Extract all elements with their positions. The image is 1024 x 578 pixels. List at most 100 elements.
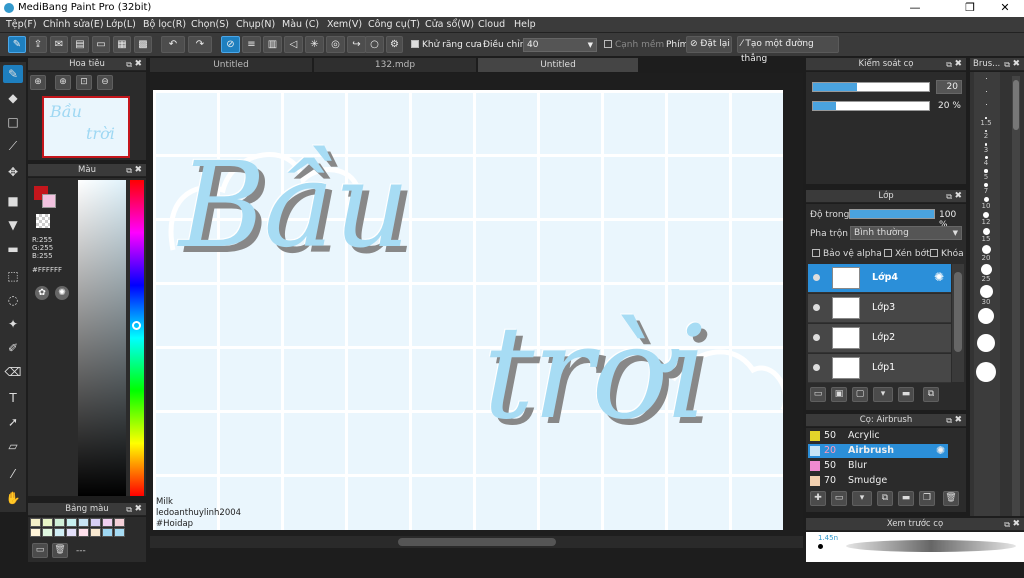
brush-size-option[interactable]: 12 — [975, 211, 997, 226]
horizontal-scrollbar[interactable] — [150, 536, 803, 548]
soft-edge-checkbox[interactable]: Cạnh mềm — [604, 40, 664, 50]
palette-swatch[interactable] — [90, 528, 101, 537]
menu-tools[interactable]: Công cụ(T) — [368, 19, 420, 30]
move-tool-icon[interactable]: ✥ — [3, 163, 23, 181]
popout-icon[interactable]: ⧉ — [1004, 518, 1010, 531]
add-brush-icon[interactable]: ✚ — [810, 491, 826, 506]
palette-swatch[interactable] — [30, 518, 41, 527]
brush-copy-icon[interactable]: ⧉ — [877, 491, 893, 506]
tab-132-mdp[interactable]: 132.mdp — [314, 58, 476, 72]
eraser-tool-icon[interactable]: ◆ — [3, 89, 23, 107]
palette-swatch[interactable] — [102, 528, 113, 537]
brush-size-option[interactable] — [975, 91, 997, 92]
tab-untitled-1[interactable]: Untitled — [150, 58, 312, 72]
palette-swatch[interactable] — [66, 528, 77, 537]
brush-item[interactable]: 70 Smudge — [808, 474, 948, 488]
divide-tool-icon[interactable]: ▱ — [3, 437, 23, 455]
background-color-swatch[interactable] — [42, 194, 56, 208]
eye-icon[interactable] — [813, 304, 820, 311]
antialias-checkbox[interactable]: Khử răng cưa — [411, 40, 482, 50]
stroke-tool-icon[interactable]: ⟋ — [3, 137, 23, 155]
layer-scrollbar[interactable] — [952, 264, 964, 382]
palette-grid[interactable] — [30, 518, 126, 538]
snap-parallel-icon[interactable]: ≡ — [242, 36, 261, 53]
layer-opacity-slider[interactable] — [849, 209, 935, 219]
menu-help[interactable]: Help — [514, 19, 536, 30]
magic-wand-tool-icon[interactable]: ✦ — [3, 315, 23, 333]
tile-icon[interactable]: ▩ — [134, 36, 152, 53]
palette-swatch[interactable] — [90, 518, 101, 527]
lasso-tool-icon[interactable]: ◌ — [3, 291, 23, 309]
close-icon[interactable]: ✖ — [954, 58, 962, 71]
palette-swatch[interactable] — [114, 528, 125, 537]
popout-icon[interactable]: ⧉ — [126, 503, 132, 516]
palette-swatch[interactable] — [102, 518, 113, 527]
select-pen-tool-icon[interactable]: ✐ — [3, 339, 23, 357]
delete-brush-icon[interactable]: 🗑 — [943, 491, 959, 506]
text-tool-icon[interactable]: T — [3, 389, 23, 407]
snap-radial-icon[interactable]: ✳ — [305, 36, 324, 53]
gradient-tool-icon[interactable]: ▬ — [3, 240, 23, 258]
zoom-out-icon[interactable]: ⊖ — [97, 75, 113, 90]
redo-icon[interactable]: ↷ — [188, 36, 212, 53]
palette-swatch[interactable] — [54, 518, 65, 527]
snap-ellipse-icon[interactable]: ○ — [365, 36, 384, 53]
saturation-value-picker[interactable] — [78, 180, 126, 496]
straight-line-button[interactable]: ⁄ Tạo một đường thẳng — [737, 36, 839, 64]
color-settings-icon[interactable]: ✺ — [55, 286, 69, 300]
menu-select[interactable]: Chọn(S) — [191, 19, 229, 30]
brush-item[interactable]: 50 Acrylic — [808, 429, 948, 443]
layer-row[interactable]: Lớp2 — [808, 324, 951, 353]
layer-scrollbar-thumb[interactable] — [954, 272, 962, 352]
rectangle-tool-icon[interactable]: □ — [3, 113, 23, 131]
brush-size-scrollbar[interactable] — [1012, 76, 1020, 516]
brush-size-option[interactable]: 20 — [975, 244, 997, 262]
canvas-area[interactable]: Bầu trời Milk ledoanthuylinh2004 #Hoidap — [150, 73, 803, 550]
close-icon[interactable]: ✖ — [954, 414, 962, 427]
duplicate-layer-icon[interactable]: ⧉ — [923, 387, 939, 402]
brush-menu-icon[interactable]: ▾ — [852, 491, 872, 506]
layer-row[interactable]: Lớp3 — [808, 294, 951, 323]
tab-untitled-2[interactable]: Untitled — [478, 58, 638, 72]
brush-duplicate-icon[interactable]: ❐ — [919, 491, 935, 506]
menu-file[interactable]: Tệp(F) — [6, 19, 37, 30]
menu-layer[interactable]: Lớp(L) — [106, 19, 136, 30]
menu-view[interactable]: Xem(V) — [327, 19, 362, 30]
protect-alpha-checkbox[interactable]: Bảo vệ alpha — [812, 249, 882, 259]
brush-size-option[interactable]: 1.5 — [975, 117, 997, 127]
close-icon[interactable]: ✖ — [954, 190, 962, 203]
brush-folder-icon[interactable]: ▬ — [898, 491, 914, 506]
brush-size-option[interactable] — [975, 333, 997, 352]
lock-checkbox[interactable]: Khóa — [930, 249, 964, 259]
menu-window[interactable]: Cửa sổ(W) — [425, 19, 474, 30]
brush-size-option[interactable]: 5 — [975, 169, 997, 181]
hue-handle[interactable] — [132, 321, 141, 330]
brush-size-option[interactable] — [975, 307, 997, 324]
close-icon[interactable]: ✖ — [1012, 58, 1020, 71]
close-icon[interactable]: ✖ — [1012, 518, 1020, 531]
minimize-button[interactable]: — — [900, 1, 930, 14]
brush-size-option[interactable]: 15 — [975, 227, 997, 243]
close-icon[interactable]: ✖ — [134, 164, 142, 177]
select-eraser-tool-icon[interactable]: ⌫ — [3, 363, 23, 381]
snap-circle-icon[interactable]: ◎ — [326, 36, 345, 53]
popout-icon[interactable]: ⧉ — [946, 190, 952, 203]
brush-tool-icon[interactable]: ✎ — [3, 65, 23, 83]
snap-curve-icon[interactable]: ↪ — [347, 36, 366, 53]
layer-row[interactable]: Lớp1 — [808, 354, 951, 383]
menu-cloud[interactable]: Cloud — [478, 19, 505, 30]
palette-swatch[interactable] — [114, 518, 125, 527]
gear-icon[interactable]: ✺ — [936, 444, 945, 457]
brush-size-option[interactable]: 7 — [975, 182, 997, 195]
palette-swatch[interactable] — [66, 518, 77, 527]
brush-size-option[interactable]: 2 — [975, 130, 997, 140]
blend-mode-select[interactable]: Bình thường ▼ — [850, 226, 962, 240]
menu-capture[interactable]: Chụp(N) — [236, 19, 275, 30]
new-layer-icon[interactable]: ▭ — [810, 387, 826, 402]
bucket-tool-icon[interactable]: ▼ — [3, 216, 23, 234]
palette-icon[interactable]: ✿ — [35, 286, 49, 300]
brush-item[interactable]: 20 Airbrush ✺ — [808, 444, 948, 458]
popout-icon[interactable]: ⧉ — [946, 58, 952, 71]
close-window-button[interactable]: ✕ — [990, 1, 1020, 14]
correction-select[interactable]: 40 ▼ — [523, 38, 597, 52]
